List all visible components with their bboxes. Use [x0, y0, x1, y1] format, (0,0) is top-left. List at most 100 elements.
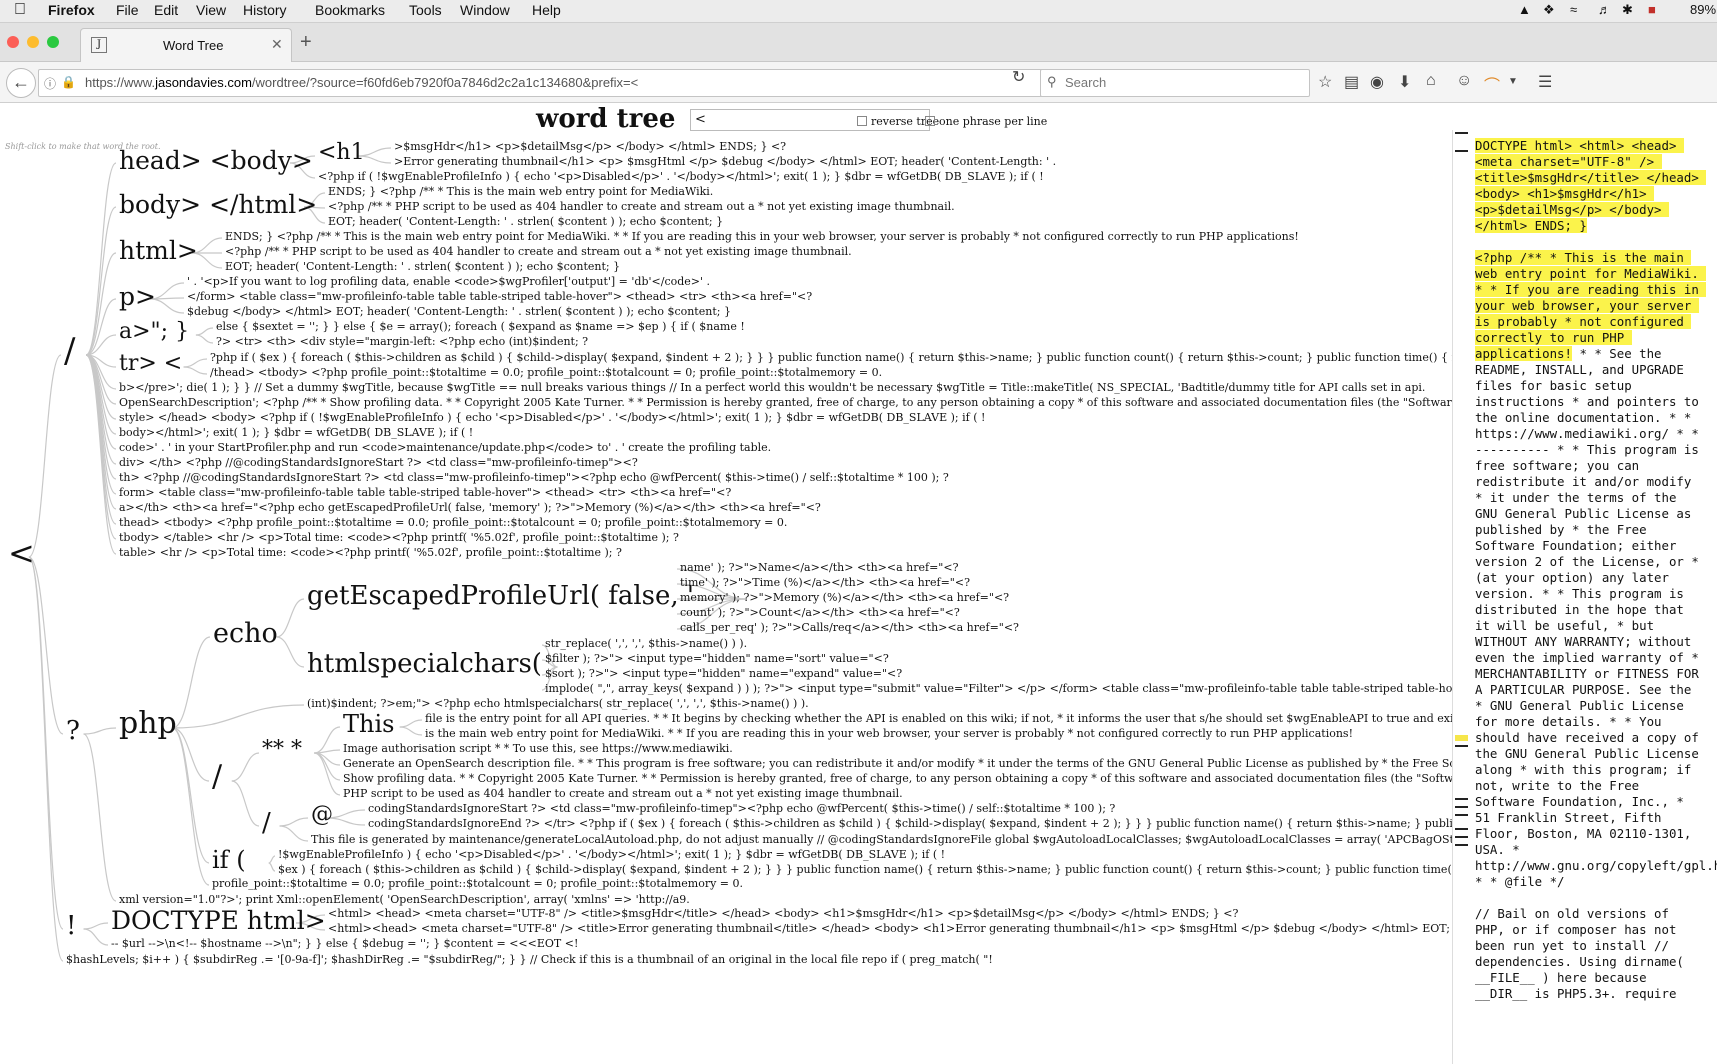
tree-leaf-phrase[interactable]: implode( ",", array_keys( $expand ) ) );…	[545, 683, 1452, 694]
minimap-match-mark[interactable]	[1455, 798, 1468, 800]
tree-node[interactable]: getEscapedProfileUrl( false, '	[307, 583, 694, 609]
tree-node[interactable]: tr> <	[119, 353, 182, 375]
dropbox-icon[interactable]: ❖	[1543, 2, 1555, 18]
tree-leaf-phrase[interactable]: $sort ); ?>"> <input type="hidden" name=…	[545, 668, 902, 679]
menu-app-name[interactable]: Firefox	[48, 2, 95, 18]
tree-leaf-phrase[interactable]: name' ); ?>">Name</a></th> <th><a href="…	[680, 562, 958, 573]
reverse-tree-checkbox[interactable]	[857, 116, 867, 126]
tree-node[interactable]: p>	[119, 284, 156, 309]
tree-node[interactable]: /	[212, 762, 222, 792]
tab-word-tree[interactable]: J Word Tree ✕	[80, 28, 292, 62]
menu-edit[interactable]: Edit	[154, 2, 178, 18]
battery-level[interactable]: 89%	[1690, 2, 1716, 17]
tree-leaf-phrase[interactable]: memory' ); ?>">Memory (%)</a></th> <th><…	[680, 592, 1009, 603]
tree-leaf-phrase[interactable]: Show profiling data. * * Copyright 2005 …	[343, 773, 1452, 784]
tree-node[interactable]: head> <body>	[119, 148, 313, 173]
tree-leaf-phrase[interactable]: tbody> </table> <hr /> <p>Total time: <c…	[119, 532, 679, 543]
tree-leaf-phrase[interactable]: body></html>'; exit( 1 ); } $dbr = wfGet…	[119, 427, 473, 438]
tree-leaf-phrase[interactable]: ' . '<p>If you want to log profiling dat…	[187, 276, 710, 287]
tree-leaf-phrase[interactable]: $filter ); ?>"> <input type="hidden" nam…	[545, 653, 889, 664]
tree-node[interactable]: ?	[66, 718, 80, 744]
tree-leaf-phrase[interactable]: </form> <table class="mw-profileinfo-tab…	[187, 291, 812, 302]
tree-node[interactable]: @	[311, 804, 333, 826]
menu-icon[interactable]: ☰	[1538, 72, 1552, 92]
tree-leaf-phrase[interactable]: codingStandardsIgnoreEnd ?> </tr> <?php …	[368, 818, 1452, 829]
zoom-window-button[interactable]	[47, 36, 59, 48]
tree-leaf-phrase[interactable]: >$msgHdr</h1> <p>$detailMsg</p> </body> …	[394, 141, 786, 152]
tree-leaf-phrase[interactable]: <html><head> <meta charset="UTF-8" /> <t…	[328, 923, 1452, 934]
tree-leaf-phrase[interactable]: time' ); ?>">Time (%)</a></th> <th><a hr…	[680, 577, 970, 588]
reading-list-icon[interactable]: ▤	[1344, 72, 1359, 92]
tree-leaf-phrase[interactable]: EOT; header( 'Content-Length: ' . strlen…	[328, 216, 723, 227]
source-minimap[interactable]	[1453, 130, 1469, 1064]
tree-node[interactable]: a>"; }	[119, 321, 189, 343]
tree-leaf-phrase[interactable]: profile_point::$totaltime = 0.0; profile…	[212, 878, 743, 889]
tree-leaf-phrase[interactable]: style> </head> <body> <?php if ( !$wgEna…	[119, 412, 985, 423]
menu-help[interactable]: Help	[532, 2, 561, 18]
tree-leaf-phrase[interactable]: $ex ) { foreach ( $this->children as $ch…	[278, 864, 1452, 875]
tree-leaf-phrase[interactable]: /thead> <tbody> <?php profile_point::$to…	[210, 367, 882, 378]
tree-leaf-phrase[interactable]: is the main web entry point for MediaWik…	[425, 728, 1353, 739]
new-tab-button[interactable]: +	[300, 31, 312, 54]
tree-node[interactable]: DOCTYPE html>	[111, 908, 326, 933]
tree-node[interactable]: if (	[212, 848, 246, 872]
wifi-icon[interactable]: ≈	[1570, 2, 1577, 17]
volume-icon[interactable]: ♬	[1598, 2, 1611, 17]
tree-leaf-phrase[interactable]: -- $url -->\n<!-- $hostname -->\n"; } } …	[111, 938, 578, 949]
tree-node[interactable]: This	[343, 712, 394, 736]
tree-node[interactable]: body> </html>	[119, 192, 317, 217]
menu-view[interactable]: View	[196, 2, 226, 18]
tree-leaf-phrase[interactable]: ENDS; } <?php /** * This is the main web…	[328, 186, 713, 197]
minimap-match-mark[interactable]	[1455, 745, 1468, 747]
tree-leaf-phrase[interactable]: <html> <head> <meta charset="UTF-8" /> <…	[328, 908, 1238, 919]
minimize-window-button[interactable]	[27, 36, 39, 48]
tree-leaf-phrase[interactable]: count' ); ?>">Count</a></th> <th><a href…	[680, 607, 960, 618]
minimap-match-mark[interactable]	[1455, 836, 1468, 838]
menu-window[interactable]: Window	[460, 2, 510, 18]
tree-leaf-phrase[interactable]: ENDS; } <?php /** * This is the main web…	[225, 231, 1299, 242]
info-icon[interactable]: ⓘ	[44, 75, 56, 92]
apple-icon[interactable]: 	[14, 1, 26, 19]
rainbow-icon[interactable]: ⌒	[1484, 72, 1500, 96]
flag-icon[interactable]: ■	[1648, 2, 1656, 17]
tree-node[interactable]: /	[64, 334, 75, 368]
tree-leaf-phrase[interactable]: !$wgEnableProfileInfo ) { echo '<p>Disab…	[278, 849, 945, 860]
close-tab-icon[interactable]: ✕	[271, 36, 283, 53]
search-input[interactable]: ⚲ Search	[1040, 69, 1310, 97]
tree-leaf-phrase[interactable]: xml version="1.0"?>'; print Xml::openEle…	[119, 894, 690, 905]
bookmark-star-icon[interactable]: ☆	[1318, 72, 1332, 92]
url-bar[interactable]: ⓘ 🔒 https://www.jasondavies.com/wordtree…	[38, 69, 1130, 97]
tree-leaf-phrase[interactable]: calls_per_req' ); ?>">Calls/req</a></th>…	[680, 622, 1019, 633]
menu-file[interactable]: File	[116, 2, 139, 18]
tree-leaf-phrase[interactable]: This file is generated by maintenance/ge…	[311, 834, 1452, 845]
tree-leaf-phrase[interactable]: EOT; header( 'Content-Length: ' . strlen…	[225, 261, 620, 272]
minimap-match-mark[interactable]	[1455, 828, 1468, 830]
tree-node[interactable]: /	[262, 810, 271, 836]
pocket-icon[interactable]: ◉	[1370, 72, 1384, 92]
tree-root-word[interactable]: <	[8, 537, 35, 569]
minimap-match-mark[interactable]	[1455, 132, 1468, 134]
menu-tools[interactable]: Tools	[409, 2, 442, 18]
tree-leaf-phrase[interactable]: Generate an OpenSearch description file.…	[343, 758, 1452, 769]
back-icon[interactable]: ←	[6, 68, 36, 98]
tree-leaf-phrase[interactable]: code>' . ' in your StartProfiler.php and…	[119, 442, 771, 453]
download-icon[interactable]: ⬇	[1398, 72, 1411, 92]
drive-icon[interactable]: ▲	[1518, 2, 1531, 17]
tree-leaf-phrase[interactable]: >Error generating thumbnail</h1> <p> $ms…	[394, 156, 1056, 167]
tree-leaf-phrase[interactable]: thead> <tbody> <?php profile_point::$tot…	[119, 517, 787, 528]
one-phrase-checkbox[interactable]	[925, 116, 935, 126]
tree-leaf-phrase[interactable]: <?php /** * PHP script to be used as 404…	[225, 246, 852, 257]
tree-node[interactable]: php	[119, 709, 177, 739]
tree-node[interactable]: !	[66, 913, 76, 939]
tree-leaf-phrase[interactable]: table> <hr /> <p>Total time: <code><?php…	[119, 547, 622, 558]
tree-leaf-phrase[interactable]: OpenSearchDescription'; <?php /** * Show…	[119, 397, 1452, 408]
tree-node[interactable]: ** *	[262, 739, 302, 761]
tree-leaf-phrase[interactable]: (int)$indent; ?>em;"> <?php echo htmlspe…	[307, 698, 809, 709]
tree-node[interactable]: html>	[119, 238, 198, 263]
menu-history[interactable]: History	[243, 2, 287, 18]
lock-icon[interactable]: 🔒	[61, 75, 76, 89]
tree-leaf-phrase[interactable]: b></pre>'; die( 1 ); } } // Set a dummy …	[119, 382, 1425, 393]
chevron-down-icon[interactable]: ▼	[1508, 76, 1518, 87]
tree-leaf-phrase[interactable]: else { $sextet = ''; } } else { $e = arr…	[216, 321, 745, 332]
tree-leaf-phrase[interactable]: $debug </body> </html> EOT; header( 'Con…	[187, 306, 731, 317]
